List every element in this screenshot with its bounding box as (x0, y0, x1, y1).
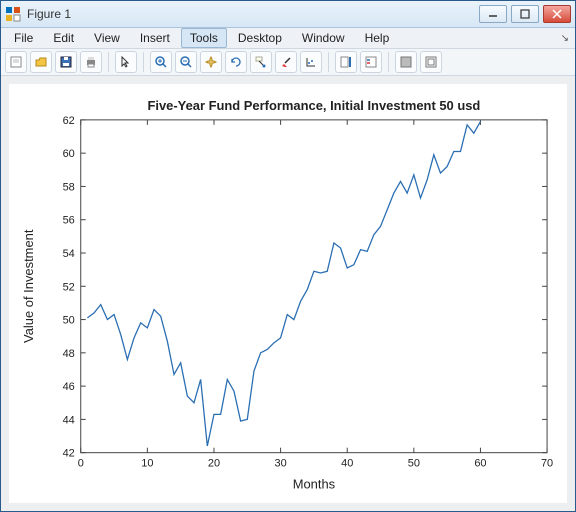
svg-text:62: 62 (63, 115, 75, 127)
menu-window[interactable]: Window (293, 28, 354, 48)
svg-text:70: 70 (541, 458, 553, 470)
save-icon[interactable] (55, 51, 77, 73)
separator (328, 52, 329, 72)
separator (143, 52, 144, 72)
svg-text:46: 46 (63, 382, 75, 394)
figure-window: Figure 1 File Edit View Insert Tools Des… (0, 0, 576, 512)
plot-area: 0 10 20 30 40 50 60 70 42 44 46 48 50 52 54 56 58 60 62 Fiv… (1, 76, 575, 511)
close-button[interactable] (543, 5, 571, 23)
link-icon[interactable] (300, 51, 322, 73)
svg-text:58: 58 (63, 182, 75, 194)
window-controls (479, 5, 571, 23)
svg-text:50: 50 (63, 315, 75, 327)
legend-icon[interactable] (360, 51, 382, 73)
pointer-icon[interactable] (115, 51, 137, 73)
svg-text:40: 40 (341, 458, 353, 470)
open-icon[interactable] (30, 51, 52, 73)
data-cursor-icon[interactable] (250, 51, 272, 73)
menu-insert[interactable]: Insert (131, 28, 179, 48)
show-plot-icon[interactable] (420, 51, 442, 73)
window-title: Figure 1 (27, 7, 479, 21)
minimize-button[interactable] (479, 5, 507, 23)
hide-plot-icon[interactable] (395, 51, 417, 73)
svg-text:Months: Months (293, 477, 335, 492)
svg-text:60: 60 (63, 149, 75, 161)
colorbar-icon[interactable] (335, 51, 357, 73)
svg-text:10: 10 (141, 458, 153, 470)
brush-icon[interactable] (275, 51, 297, 73)
new-figure-icon[interactable] (5, 51, 27, 73)
menu-file[interactable]: File (5, 28, 42, 48)
svg-text:60: 60 (474, 458, 486, 470)
menu-edit[interactable]: Edit (44, 28, 83, 48)
print-icon[interactable] (80, 51, 102, 73)
svg-text:50: 50 (408, 458, 420, 470)
pan-icon[interactable] (200, 51, 222, 73)
axes-canvas[interactable]: 0 10 20 30 40 50 60 70 42 44 46 48 50 52 54 56 58 60 62 Fiv… (9, 84, 567, 503)
svg-text:54: 54 (63, 248, 75, 260)
svg-text:52: 52 (63, 282, 75, 294)
svg-text:Value of Investment: Value of Investment (21, 230, 36, 344)
svg-text:0: 0 (78, 458, 84, 470)
app-icon (5, 6, 21, 22)
svg-text:30: 30 (275, 458, 287, 470)
titlebar: Figure 1 (1, 1, 575, 28)
separator (108, 52, 109, 72)
svg-text:48: 48 (63, 348, 75, 360)
dock-arrow-icon[interactable]: ↘ (561, 33, 569, 44)
menubar: File Edit View Insert Tools Desktop Wind… (1, 28, 575, 49)
svg-text:44: 44 (63, 415, 75, 427)
zoom-in-icon[interactable] (150, 51, 172, 73)
svg-text:42: 42 (63, 448, 75, 460)
rotate-icon[interactable] (225, 51, 247, 73)
menu-help[interactable]: Help (356, 28, 399, 48)
menu-desktop[interactable]: Desktop (229, 28, 291, 48)
svg-text:20: 20 (208, 458, 220, 470)
separator (388, 52, 389, 72)
svg-text:Five-Year Fund Performance, In: Five-Year Fund Performance, Initial Inve… (147, 98, 480, 113)
svg-text:56: 56 (63, 215, 75, 227)
menu-tools[interactable]: Tools (181, 28, 227, 48)
menu-view[interactable]: View (85, 28, 129, 48)
toolbar (1, 49, 575, 76)
maximize-button[interactable] (511, 5, 539, 23)
zoom-out-icon[interactable] (175, 51, 197, 73)
